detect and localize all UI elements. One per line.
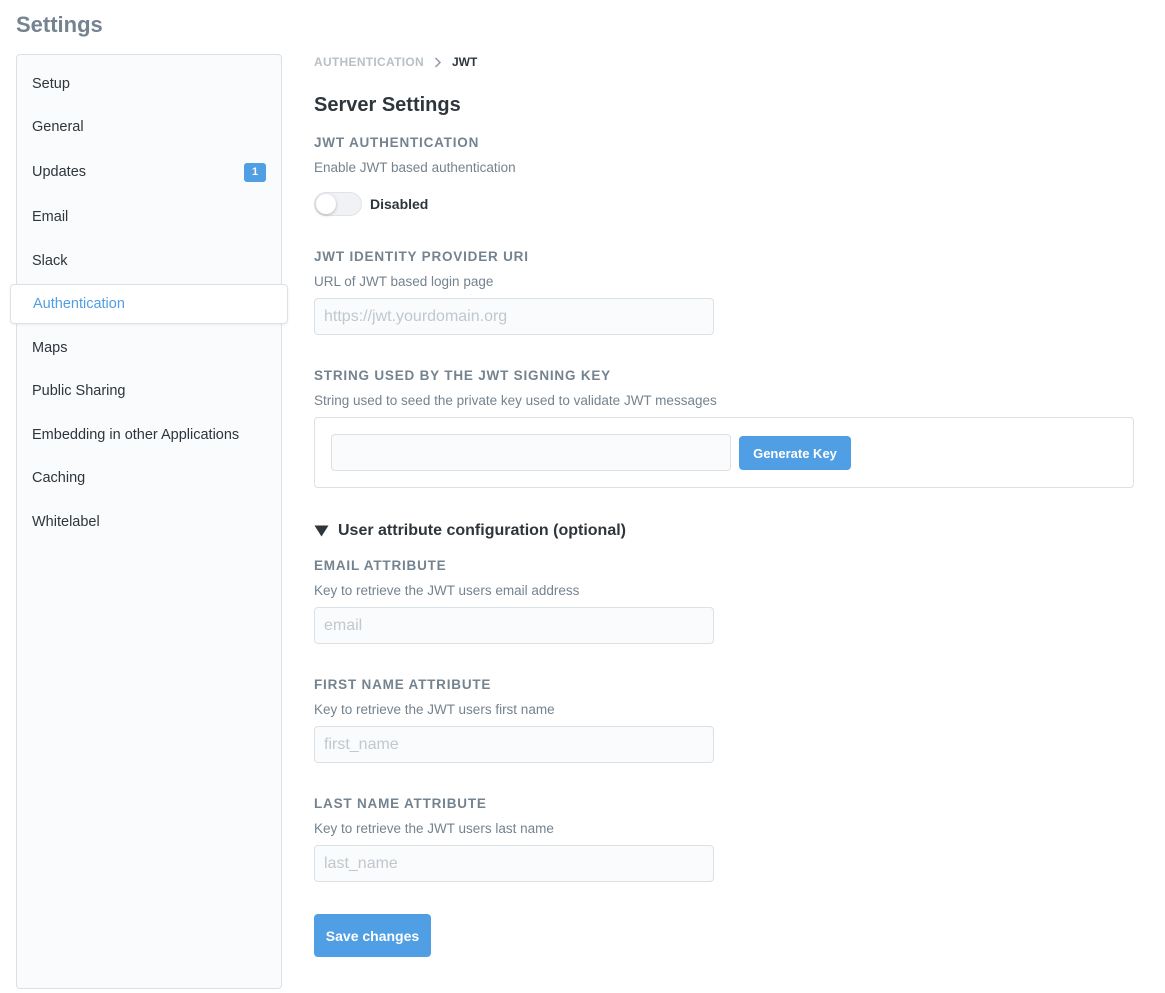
last-name-attribute-input[interactable] — [314, 845, 714, 882]
sidebar-item-general[interactable]: General — [17, 107, 281, 147]
user-attributes-toggle[interactable]: User attribute configuration (optional) — [314, 520, 626, 542]
sidebar-item-label: Whitelabel — [32, 514, 100, 530]
sidebar-item-maps[interactable]: Maps — [17, 328, 281, 368]
sidebar-item-slack[interactable]: Slack — [17, 241, 281, 281]
sidebar-item-label: Maps — [32, 340, 68, 356]
save-changes-button[interactable]: Save changes — [314, 914, 431, 957]
email-attribute-input[interactable] — [314, 607, 714, 644]
section-title: Server Settings — [314, 94, 461, 116]
sidebar-item-email[interactable]: Email — [17, 197, 281, 237]
sidebar-item-label: Caching — [32, 470, 86, 486]
identity-provider-description: URL of JWT based login page — [314, 274, 494, 289]
first-name-attribute-input[interactable] — [314, 726, 714, 763]
sidebar-item-label: Embedding in other Applications — [32, 427, 240, 443]
chevron-right-icon — [434, 56, 442, 68]
settings-sidebar: Setup General Updates 1 Email Slack Auth… — [10, 54, 288, 989]
last-name-attribute-label: LAST NAME ATTRIBUTE — [314, 796, 487, 811]
sidebar-item-label: General — [32, 119, 84, 135]
user-attributes-title: User attribute configuration (optional) — [338, 522, 626, 539]
sidebar-item-label: Setup — [32, 76, 70, 92]
sidebar-item-label: Authentication — [33, 296, 125, 312]
jwt-auth-toggle-row: Disabled — [314, 192, 428, 216]
identity-provider-label: JWT IDENTITY PROVIDER URI — [314, 249, 529, 264]
first-name-attribute-label: FIRST NAME ATTRIBUTE — [314, 677, 492, 692]
sidebar-item-label: Email — [32, 209, 69, 225]
sidebar-item-caching[interactable]: Caching — [17, 458, 281, 498]
sidebar-item-public-sharing[interactable]: Public Sharing — [17, 371, 281, 411]
signing-key-input[interactable] — [331, 434, 731, 471]
sidebar-item-setup[interactable]: Setup — [17, 64, 281, 104]
sidebar-item-embedding[interactable]: Embedding in other Applications — [17, 415, 281, 455]
jwt-auth-description: Enable JWT based authentication — [314, 160, 516, 175]
first-name-attribute-description: Key to retrieve the JWT users first name — [314, 702, 555, 717]
jwt-auth-toggle[interactable] — [314, 192, 362, 216]
sidebar-item-label: Public Sharing — [32, 383, 126, 399]
sidebar-item-updates[interactable]: Updates 1 — [17, 152, 281, 192]
jwt-auth-label: JWT AUTHENTICATION — [314, 135, 480, 150]
sidebar-item-authentication[interactable]: Authentication — [10, 284, 288, 324]
toggle-knob — [316, 194, 336, 214]
email-attribute-description: Key to retrieve the JWT users email addr… — [314, 583, 580, 598]
toggle-state-label: Disabled — [370, 196, 429, 212]
signing-key-box: Generate Key — [314, 417, 1134, 488]
sidebar-item-whitelabel[interactable]: Whitelabel — [17, 502, 281, 542]
breadcrumb: AUTHENTICATION JWT — [314, 54, 477, 70]
breadcrumb-current: JWT — [451, 55, 478, 69]
breadcrumb-parent-link[interactable]: AUTHENTICATION — [314, 55, 424, 69]
last-name-attribute-description: Key to retrieve the JWT users last name — [314, 821, 554, 836]
signing-key-label: STRING USED BY THE JWT SIGNING KEY — [314, 368, 611, 383]
generate-key-button[interactable]: Generate Key — [739, 436, 851, 470]
sidebar-item-label: Updates — [32, 164, 87, 180]
triangle-down-icon — [314, 525, 329, 537]
sidebar-item-label: Slack — [32, 253, 68, 269]
identity-provider-uri-input[interactable] — [314, 298, 714, 335]
signing-key-description: String used to seed the private key used… — [314, 393, 717, 408]
page-title: Settings — [16, 12, 103, 37]
settings-content: AUTHENTICATION JWT Server Settings JWT A… — [314, 0, 1144, 993]
updates-count-badge: 1 — [244, 162, 266, 182]
email-attribute-label: EMAIL ATTRIBUTE — [314, 558, 447, 573]
